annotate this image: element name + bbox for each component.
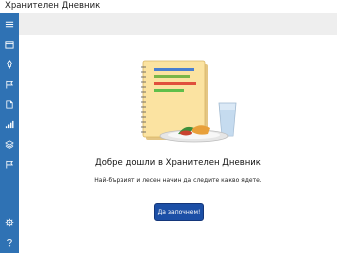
bar-chart-icon [5,120,14,128]
calendar-icon [5,40,14,49]
layers-icon [5,139,14,149]
start-button[interactable]: Да започнем! [154,203,204,221]
sidebar-item-statistics[interactable] [0,115,19,133]
title-bar: Хранителен Дневник [0,0,337,13]
flag-icon [6,80,14,89]
welcome-subtitle: Най-бързият и лесен начин да следите как… [94,177,262,184]
hamburger-menu-button[interactable] [0,15,19,33]
pin-icon [7,59,12,69]
sidebar-item-settings[interactable] [0,213,19,231]
food-diary-illustration [141,60,237,143]
sidebar-item-flag[interactable] [0,155,19,173]
sidebar-item-goals[interactable] [0,75,19,93]
hamburger-menu-icon [5,21,14,27]
document-icon [6,99,13,109]
sidebar-item-help[interactable] [0,233,19,251]
sidebar-item-favorites[interactable] [0,55,19,73]
app-title: Хранителен Дневник [5,1,101,11]
sidebar-item-reports[interactable] [0,95,19,113]
help-icon [7,238,12,246]
top-band [19,13,337,35]
sidebar-item-foods[interactable] [0,135,19,153]
sidebar [0,13,19,253]
flag-icon [6,160,14,169]
sidebar-item-diary[interactable] [0,35,19,53]
welcome-panel: Добре дошли в Хранителен Дневник Най-бър… [19,35,337,253]
welcome-title: Добре дошли в Хранителен Дневник [95,158,261,168]
gear-icon [5,218,14,226]
